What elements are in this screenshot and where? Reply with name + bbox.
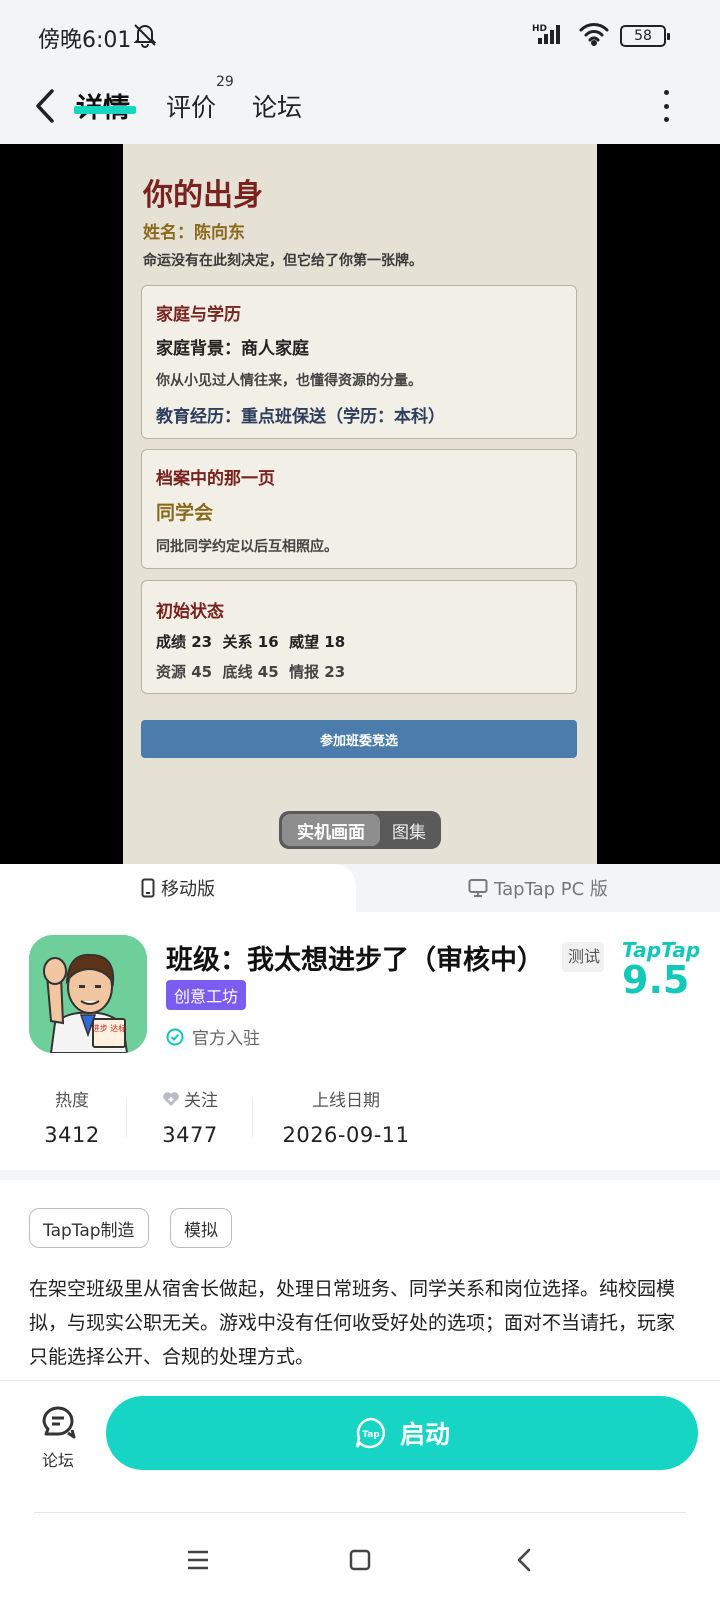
app-title: 班级：我太想进步了（审核中） bbox=[166, 945, 544, 976]
family-card: 家庭与学历 家庭背景：商人家庭 你从小见过人情往来，也懂得资源的分量。 教育经历… bbox=[141, 285, 577, 439]
chevron-left-icon bbox=[36, 89, 54, 123]
stat-divider bbox=[126, 1098, 127, 1138]
archive-card-title: 档案中的那一页 bbox=[156, 469, 275, 489]
toggle-gallery[interactable]: 图集 bbox=[380, 814, 438, 846]
system-back-icon[interactable] bbox=[504, 1540, 544, 1580]
creative-workshop-badge[interactable]: 创意工坊 bbox=[166, 980, 247, 1010]
archive-event-desc: 同批同学约定以后互相照应。 bbox=[156, 539, 338, 555]
family-card-title: 家庭与学历 bbox=[156, 305, 241, 325]
launch-button[interactable]: Tap 启动 bbox=[106, 1396, 698, 1470]
game-title: 你的出身 bbox=[143, 178, 263, 213]
stat-popularity: 热度 3412 bbox=[40, 1086, 104, 1147]
tab-mobile[interactable]: 移动版 bbox=[0, 864, 356, 912]
tag-taptap-made[interactable]: TapTap制造 bbox=[29, 1208, 149, 1248]
taptap-rating-score[interactable]: 9.5 bbox=[622, 958, 689, 1002]
media-type-toggle[interactable]: 实机画面 图集 bbox=[279, 811, 441, 849]
stat-divider bbox=[252, 1098, 253, 1138]
stat-popularity-label: 热度 bbox=[55, 1091, 89, 1111]
education: 教育经历：重点班保送（学历：本科） bbox=[156, 407, 445, 427]
name-label: 姓名： bbox=[143, 223, 194, 243]
stat-release-date: 上线日期 2026-09-11 bbox=[276, 1086, 416, 1147]
family-background-desc: 你从小见过人情往来，也懂得资源的分量。 bbox=[156, 373, 422, 389]
forum-button[interactable]: 论坛 bbox=[30, 1403, 86, 1471]
stat-popularity-value: 3412 bbox=[44, 1123, 100, 1147]
more-options-button[interactable] bbox=[656, 86, 676, 126]
network-type: HD bbox=[532, 24, 547, 34]
follow-heart-icon bbox=[163, 1091, 179, 1106]
system-navigation bbox=[0, 1520, 720, 1600]
tab-pc[interactable]: TapTap PC 版 bbox=[356, 864, 720, 912]
status-line-2: 资源 45 底线 45 情报 23 bbox=[156, 663, 346, 681]
app-icon: 进步 达标 bbox=[29, 935, 147, 1053]
status-bar: 傍晚6:01 HD 58 bbox=[0, 0, 720, 70]
tag-simulation[interactable]: 模拟 bbox=[170, 1208, 232, 1248]
system-divider bbox=[34, 1512, 686, 1513]
section-divider bbox=[0, 1170, 720, 1180]
forum-label: 论坛 bbox=[41, 1451, 74, 1470]
game-screenshot: 你的出身 姓名：陈向东 命运没有在此刻决定，但它给了你第一张牌。 家庭与学历 家… bbox=[123, 144, 597, 864]
menu-icon[interactable] bbox=[178, 1540, 218, 1580]
bottom-action-bar: 论坛 Tap 启动 bbox=[0, 1380, 720, 1500]
wifi-icon bbox=[578, 22, 610, 50]
archive-card: 档案中的那一页 同学会 同批同学约定以后互相照应。 bbox=[141, 449, 577, 569]
back-button[interactable] bbox=[28, 84, 62, 128]
stat-follows-label: 关注 bbox=[184, 1091, 218, 1111]
bell-muted-icon bbox=[132, 22, 158, 52]
battery-icon: 58 bbox=[620, 25, 670, 47]
tab-forum[interactable]: 论坛 bbox=[252, 88, 302, 124]
name-value: 陈向东 bbox=[194, 223, 245, 243]
toggle-gameplay[interactable]: 实机画面 bbox=[282, 814, 380, 846]
verified-check-icon bbox=[166, 1028, 184, 1045]
tab-mobile-label: 移动版 bbox=[161, 879, 215, 900]
signal-icon: HD bbox=[532, 22, 568, 50]
stat-follows-value: 3477 bbox=[162, 1123, 218, 1147]
stat-follows[interactable]: 关注 3477 bbox=[152, 1086, 228, 1147]
status-line-1: 成绩 23 关系 16 威望 18 bbox=[156, 633, 346, 651]
forum-chat-icon bbox=[42, 1406, 76, 1439]
test-badge: 测试 bbox=[562, 942, 604, 972]
home-icon[interactable] bbox=[340, 1540, 380, 1580]
active-tab-indicator bbox=[74, 106, 136, 114]
tab-reviews[interactable]: 评价 bbox=[166, 88, 216, 124]
initial-status-card: 初始状态 成绩 23 关系 16 威望 18 资源 45 底线 45 情报 23 bbox=[141, 580, 577, 694]
official-verified: 官方入驻 bbox=[166, 1024, 260, 1049]
family-background: 家庭背景：商人家庭 bbox=[156, 339, 309, 359]
reviews-count-badge: 29 bbox=[216, 74, 234, 90]
icon-sign-text: 进步 达标 bbox=[92, 1023, 127, 1033]
platform-tabs: 移动版 TapTap PC 版 bbox=[0, 864, 720, 912]
status-time: 傍晚6:01 bbox=[38, 28, 132, 53]
launch-icon-text: Tap bbox=[362, 1430, 380, 1440]
monitor-icon bbox=[468, 879, 488, 897]
initial-status-title: 初始状态 bbox=[156, 602, 224, 622]
stat-release-value: 2026-09-11 bbox=[282, 1123, 410, 1147]
character-name: 姓名：陈向东 bbox=[143, 218, 245, 243]
official-label: 官方入驻 bbox=[192, 1029, 260, 1049]
media-viewer[interactable]: 你的出身 姓名：陈向东 命运没有在此刻决定，但它给了你第一张牌。 家庭与学历 家… bbox=[0, 144, 720, 864]
game-description: 在架空班级里从宿舍长做起，处理日常班务、同学关系和岗位选择。纯校园模拟，与现实公… bbox=[29, 1278, 676, 1368]
archive-event: 同学会 bbox=[156, 502, 214, 524]
join-election-button: 参加班委竞选 bbox=[141, 720, 577, 758]
game-tagline: 命运没有在此刻决定，但它给了你第一张牌。 bbox=[143, 253, 423, 269]
tab-pc-label: TapTap PC 版 bbox=[494, 879, 608, 900]
stat-release-label: 上线日期 bbox=[312, 1091, 380, 1111]
launch-label: 启动 bbox=[399, 1420, 450, 1449]
status-icons: HD 58 bbox=[532, 22, 670, 50]
phone-icon bbox=[141, 878, 155, 898]
taptap-logo-icon: Tap bbox=[355, 1417, 385, 1449]
